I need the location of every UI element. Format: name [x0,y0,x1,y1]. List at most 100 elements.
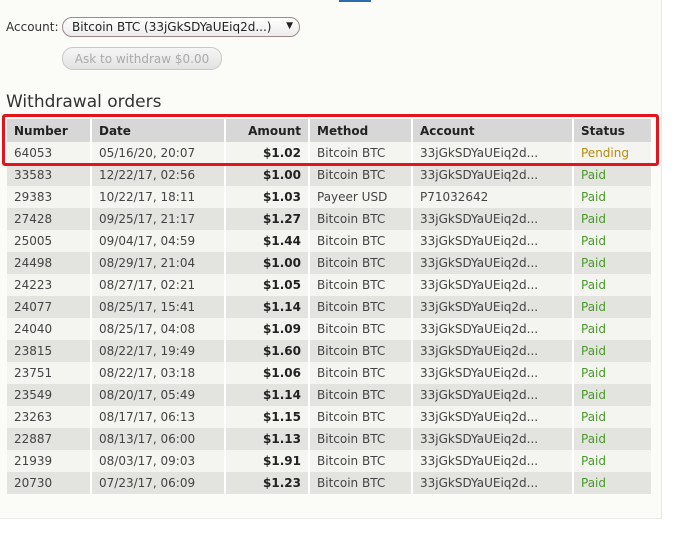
order-method: Bitcoin BTC [308,450,412,472]
order-number: 24077 [7,296,91,318]
table-row: 29383 10/22/17, 18:11 $1.03 Payeer USD P7103… [7,186,651,208]
order-date: 08/27/17, 02:21 [90,274,225,296]
table-row: 25005 09/04/17, 04:59 $1.44 Bitcoin BTC 33jG… [7,230,651,252]
header-status: Status [572,119,651,142]
order-number: 22887 [7,428,91,450]
table-row: 24040 08/25/17, 04:08 $1.09 Bitcoin BTC 33jG… [7,318,651,340]
order-status: Paid [572,450,651,472]
order-amount: $1.02 [224,142,309,164]
order-date: 12/22/17, 02:56 [90,164,225,186]
order-date: 08/25/17, 15:41 [90,296,225,318]
order-status: Paid [572,472,651,494]
order-number: 23815 [7,340,91,362]
order-account: 33jGkSDYaUEiq2d... [411,296,573,318]
order-status: Paid [572,186,651,208]
top-link-underline[interactable] [339,0,371,2]
order-amount: $1.15 [224,406,309,428]
header-number: Number [7,119,91,142]
order-account: 33jGkSDYaUEiq2d... [411,142,573,164]
order-method: Bitcoin BTC [308,252,412,274]
order-date: 09/25/17, 21:17 [90,208,225,230]
order-account: P71032642 [411,186,573,208]
header-amount: Amount [224,119,309,142]
order-account: 33jGkSDYaUEiq2d... [411,450,573,472]
table-row: 22887 08/13/17, 06:00 $1.13 Bitcoin BTC 33jG… [7,428,651,450]
order-number: 23549 [7,384,91,406]
order-method: Bitcoin BTC [308,318,412,340]
order-date: 07/23/17, 06:09 [90,472,225,494]
table-row: 23815 08/22/17, 19:49 $1.60 Bitcoin BTC 33jG… [7,340,651,362]
order-number: 21939 [7,450,91,472]
order-amount: $1.14 [224,384,309,406]
order-method: Bitcoin BTC [308,384,412,406]
table-header-row: Number Date Amount Method Account Status [7,119,651,142]
order-amount: $1.23 [224,472,309,494]
order-amount: $1.00 [224,252,309,274]
table-row: 23751 08/22/17, 03:18 $1.06 Bitcoin BTC 33jG… [7,362,651,384]
order-amount: $1.05 [224,274,309,296]
order-status: Paid [572,252,651,274]
order-account: 33jGkSDYaUEiq2d... [411,406,573,428]
order-account: 33jGkSDYaUEiq2d... [411,318,573,340]
order-account: 33jGkSDYaUEiq2d... [411,208,573,230]
order-method: Bitcoin BTC [308,296,412,318]
account-select[interactable]: Bitcoin BTC (33jGkSDYaUEiq2d...) ▼ [62,17,300,37]
order-method: Bitcoin BTC [308,208,412,230]
order-status: Paid [572,406,651,428]
order-date: 08/29/17, 21:04 [90,252,225,274]
table-row: 23549 08/20/17, 05:49 $1.14 Bitcoin BTC 33jG… [7,384,651,406]
order-method: Bitcoin BTC [308,362,412,384]
order-status: Paid [572,296,651,318]
order-account: 33jGkSDYaUEiq2d... [411,274,573,296]
order-status: Paid [572,318,651,340]
order-method: Bitcoin BTC [308,230,412,252]
order-date: 08/22/17, 19:49 [90,340,225,362]
order-method: Bitcoin BTC [308,406,412,428]
section-title: Withdrawal orders [6,92,162,112]
order-amount: $1.09 [224,318,309,340]
order-number: 24223 [7,274,91,296]
order-date: 08/03/17, 09:03 [90,450,225,472]
order-date: 10/22/17, 18:11 [90,186,225,208]
order-method: Bitcoin BTC [308,428,412,450]
order-date: 05/16/20, 20:07 [90,142,225,164]
order-account: 33jGkSDYaUEiq2d... [411,362,573,384]
table-row: 27428 09/25/17, 21:17 $1.27 Bitcoin BTC 33jG… [7,208,651,230]
content-panel: Account: Bitcoin BTC (33jGkSDYaUEiq2d...… [0,0,662,519]
order-account: 33jGkSDYaUEiq2d... [411,252,573,274]
order-number: 20730 [7,472,91,494]
order-account: 33jGkSDYaUEiq2d... [411,384,573,406]
order-status: Paid [572,230,651,252]
table-row: 24077 08/25/17, 15:41 $1.14 Bitcoin BTC 33jG… [7,296,651,318]
order-amount: $1.00 [224,164,309,186]
withdraw-button[interactable]: Ask to withdraw $0.00 [62,47,222,70]
order-method: Bitcoin BTC [308,142,412,164]
order-date: 08/22/17, 03:18 [90,362,225,384]
order-amount: $1.06 [224,362,309,384]
order-number: 27428 [7,208,91,230]
order-status: Paid [572,362,651,384]
table-row: 20730 07/23/17, 06:09 $1.23 Bitcoin BTC 33jG… [7,472,651,494]
order-status: Paid [572,384,651,406]
order-method: Bitcoin BTC [308,164,412,186]
order-date: 09/04/17, 04:59 [90,230,225,252]
order-amount: $1.27 [224,208,309,230]
order-account: 33jGkSDYaUEiq2d... [411,428,573,450]
order-number: 33583 [7,164,91,186]
order-status: Paid [572,428,651,450]
order-number: 64053 [7,142,91,164]
order-method: Payeer USD [308,186,412,208]
table-row: 64053 05/16/20, 20:07 $1.02 Bitcoin BTC 33jG… [7,142,651,164]
table-row: 33583 12/22/17, 02:56 $1.00 Bitcoin BTC 33jG… [7,164,651,186]
order-method: Bitcoin BTC [308,340,412,362]
table-row: 21939 08/03/17, 09:03 $1.91 Bitcoin BTC 33jG… [7,450,651,472]
order-account: 33jGkSDYaUEiq2d... [411,472,573,494]
order-number: 24498 [7,252,91,274]
withdrawal-orders-table: Number Date Amount Method Account Status… [7,119,651,494]
order-date: 08/20/17, 05:49 [90,384,225,406]
account-select-value: Bitcoin BTC (33jGkSDYaUEiq2d...) [72,20,272,34]
account-label: Account: [6,20,59,34]
order-status: Paid [572,208,651,230]
order-amount: $1.14 [224,296,309,318]
order-status: Pending [572,142,651,164]
